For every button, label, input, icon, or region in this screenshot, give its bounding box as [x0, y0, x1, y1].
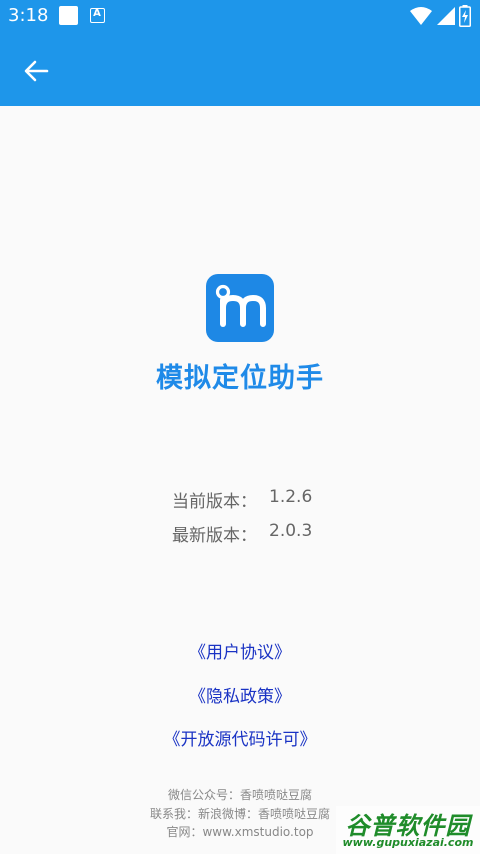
open-source-license-link[interactable]: 《开放源代码许可》: [0, 725, 480, 750]
current-version-label: 当前版本：: [172, 492, 257, 512]
a-badge-icon: A: [90, 8, 105, 23]
latest-version-label: 最新版本：: [172, 526, 257, 546]
user-agreement-link[interactable]: 《用户协议》: [0, 638, 480, 663]
current-version-row: 当前版本： 1.2.6: [0, 487, 480, 512]
status-bar: 3:18 A: [0, 0, 480, 34]
a-badge-letter: A: [93, 8, 101, 19]
latest-version-value: 2.0.3: [269, 521, 313, 541]
latest-version-row: 最新版本： 2.0.3: [0, 521, 480, 546]
privacy-policy-link[interactable]: 《隐私政策》: [0, 682, 480, 707]
signal-icon: [437, 7, 455, 25]
app-logo-glyph: [215, 284, 266, 327]
current-version-value: 1.2.6: [269, 487, 313, 507]
notification-square-icon: [59, 6, 78, 25]
watermark: 谷普软件园 www.gupuxiazai.com: [336, 806, 480, 854]
footer-wechat: 微信公众号：香喷喷哒豆腐: [167, 788, 312, 802]
arrow-left-icon: [24, 60, 49, 82]
toolbar: [0, 34, 480, 106]
app-logo-icon: [206, 274, 274, 342]
app-name: 模拟定位助手: [156, 363, 324, 394]
battery-icon: [459, 5, 471, 27]
watermark-url: www.gupuxiazai.com: [342, 836, 474, 849]
wifi-icon: [410, 7, 432, 25]
status-time: 3:18: [8, 5, 49, 26]
back-button[interactable]: [20, 54, 54, 88]
